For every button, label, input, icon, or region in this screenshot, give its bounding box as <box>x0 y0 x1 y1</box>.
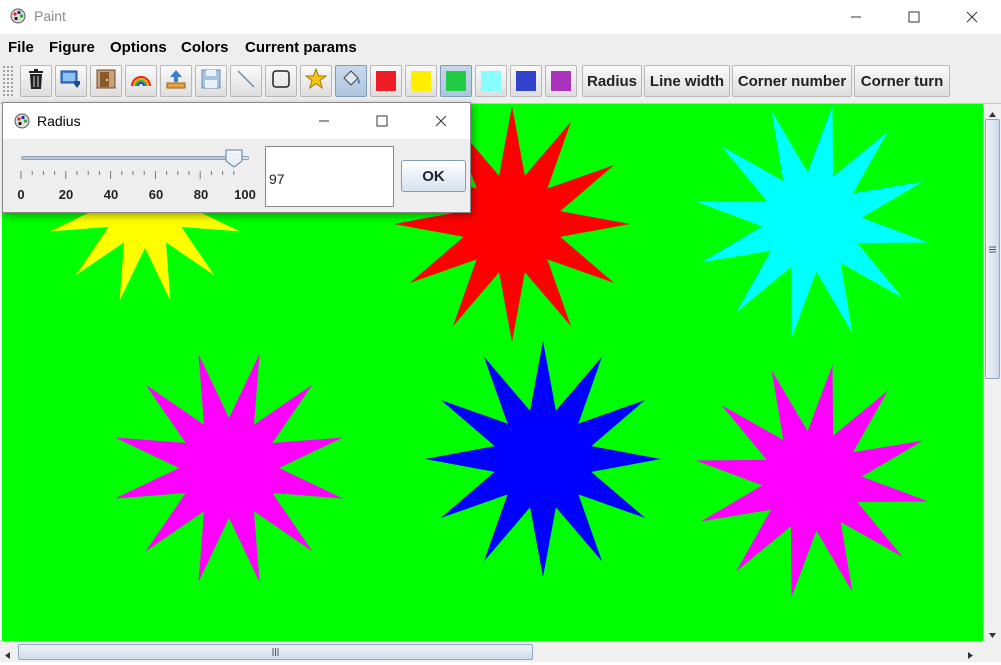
swatch-yellow <box>411 71 431 91</box>
color-purple-button[interactable] <box>545 65 577 97</box>
vertical-scroll-thumb[interactable] <box>985 119 1000 379</box>
color-green-button[interactable] <box>440 65 472 97</box>
swatch-green <box>446 71 466 91</box>
scroll-left-icon[interactable] <box>4 647 12 665</box>
menu-current-params[interactable]: Current params <box>245 39 357 56</box>
clear-button[interactable] <box>20 65 52 97</box>
rainbow-icon <box>130 68 152 95</box>
toolbar: Radius Line width Corner number Corner t… <box>0 61 1001 104</box>
vertical-scrollbar[interactable] <box>983 104 1001 641</box>
star-tool-button[interactable] <box>300 65 332 97</box>
slider-label-0: 0 <box>17 187 25 202</box>
menu-colors[interactable]: Colors <box>181 39 229 56</box>
swatch-red <box>376 71 396 91</box>
star-icon <box>304 67 328 95</box>
slider-thumb[interactable] <box>225 149 243 168</box>
scroll-right-icon[interactable] <box>966 647 974 665</box>
toolbar-grip[interactable] <box>2 65 14 97</box>
maximize-button[interactable] <box>885 0 943 34</box>
open-button[interactable] <box>160 65 192 97</box>
menu-figure[interactable]: Figure <box>49 39 95 56</box>
slider-label-80: 80 <box>193 187 209 202</box>
radius-dialog: Radius 0 20 40 60 80 100 97 OK <box>2 102 471 213</box>
ok-button[interactable]: OK <box>401 160 466 192</box>
radius-value-field[interactable]: 97 <box>265 146 394 207</box>
fill-tool-button[interactable] <box>335 65 367 97</box>
radius-slider[interactable] <box>21 156 249 160</box>
color-cyan-button[interactable] <box>475 65 507 97</box>
slider-label-60: 60 <box>148 187 164 202</box>
star-magenta-right[interactable] <box>695 364 929 598</box>
horizontal-scroll-thumb[interactable] <box>18 644 533 660</box>
corner-turn-button[interactable]: Corner turn <box>854 65 950 97</box>
star-cyan[interactable] <box>695 105 929 339</box>
line-tool-button[interactable] <box>230 65 262 97</box>
line-width-button[interactable]: Line width <box>644 65 730 97</box>
star-magenta-left[interactable] <box>115 354 343 582</box>
paint-bucket-icon <box>340 68 362 95</box>
dialog-minimize-button[interactable] <box>298 103 350 139</box>
minimize-button[interactable] <box>827 0 885 34</box>
save-button[interactable] <box>195 65 227 97</box>
dialog-titlebar: Radius <box>3 103 470 139</box>
window-title: Paint <box>34 8 66 24</box>
horizontal-scrollbar[interactable] <box>0 641 983 662</box>
dialog-close-button[interactable] <box>415 103 467 139</box>
color-red-button[interactable] <box>370 65 402 97</box>
slider-ticks <box>20 171 235 179</box>
color-blue-button[interactable] <box>510 65 542 97</box>
save-disk-icon <box>200 68 222 95</box>
export-button[interactable] <box>55 65 87 97</box>
rectangle-tool-button[interactable] <box>265 65 297 97</box>
color-chooser-button[interactable] <box>125 65 157 97</box>
paint-palette-icon <box>10 8 26 24</box>
paint-palette-icon <box>14 113 30 129</box>
trash-icon <box>25 68 47 95</box>
exit-button[interactable] <box>90 65 122 97</box>
swatch-cyan <box>481 71 501 91</box>
color-yellow-button[interactable] <box>405 65 437 97</box>
scrollbar-corner <box>983 641 1001 662</box>
radius-button[interactable]: Radius <box>582 65 642 97</box>
star-blue[interactable] <box>425 341 661 577</box>
export-icon <box>60 68 82 95</box>
menu-bar: File Figure Options Colors Current param… <box>0 34 1001 61</box>
line-icon <box>235 68 257 95</box>
slider-label-40: 40 <box>103 187 119 202</box>
exit-door-icon <box>95 68 117 95</box>
menu-file[interactable]: File <box>8 39 34 56</box>
swatch-purple <box>551 71 571 91</box>
rectangle-icon <box>270 68 292 95</box>
swatch-blue <box>516 71 536 91</box>
slider-label-20: 20 <box>58 187 74 202</box>
slider-fill <box>22 157 242 159</box>
window-titlebar: Paint <box>0 0 1001 34</box>
upload-icon <box>165 68 187 95</box>
slider-label-100: 100 <box>234 187 256 202</box>
menu-options[interactable]: Options <box>110 39 167 56</box>
dialog-maximize-button[interactable] <box>356 103 408 139</box>
dialog-title: Radius <box>37 113 81 129</box>
close-button[interactable] <box>943 0 1001 34</box>
corner-number-button[interactable]: Corner number <box>732 65 852 97</box>
